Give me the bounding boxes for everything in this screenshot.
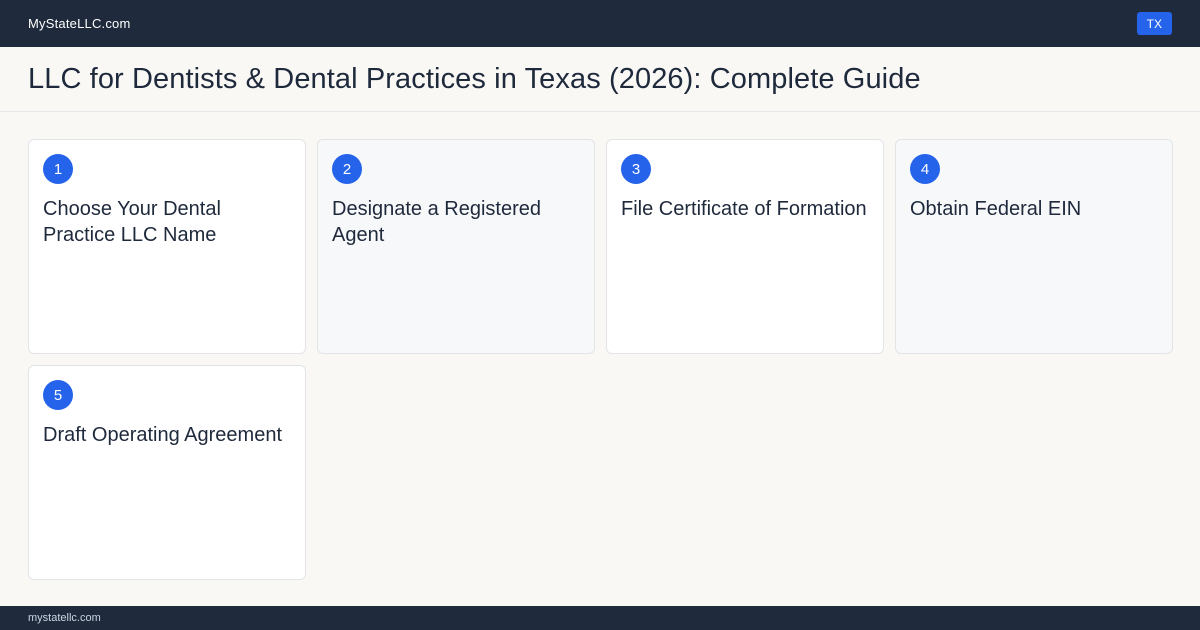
step-card-3[interactable]: 3 File Certificate of Formation <box>606 139 884 354</box>
top-navbar: MyStateLLC.com TX <box>0 0 1200 47</box>
step-number-badge: 5 <box>43 380 73 410</box>
step-card-1[interactable]: 1 Choose Your Dental Practice LLC Name <box>28 139 306 354</box>
step-card-4[interactable]: 4 Obtain Federal EIN <box>895 139 1173 354</box>
step-title: File Certificate of Formation <box>621 198 867 220</box>
state-badge[interactable]: TX <box>1136 12 1172 35</box>
step-number-badge: 4 <box>910 154 940 184</box>
step-title: Obtain Federal EIN <box>910 198 1082 220</box>
footer-bar: mystatellc.com <box>0 606 1200 630</box>
step-number-badge: 2 <box>332 154 362 184</box>
step-number-badge: 1 <box>43 154 73 184</box>
step-card-5[interactable]: 5 Draft Operating Agreement <box>28 365 306 580</box>
title-section: LLC for Dentists & Dental Practices in T… <box>0 47 1200 112</box>
page-title: LLC for Dentists & Dental Practices in T… <box>28 62 921 95</box>
step-title: Designate a Registered Agent <box>332 198 542 246</box>
footer-domain: mystatellc.com <box>28 612 101 624</box>
step-number-badge: 3 <box>621 154 651 184</box>
site-brand-link[interactable]: MyStateLLC.com <box>28 16 131 31</box>
step-card-2[interactable]: 2 Designate a Registered Agent <box>317 139 595 354</box>
step-title: Draft Operating Agreement <box>43 424 283 446</box>
steps-grid: 1 Choose Your Dental Practice LLC Name 2… <box>28 139 1173 580</box>
step-title: Choose Your Dental Practice LLC Name <box>43 198 221 246</box>
